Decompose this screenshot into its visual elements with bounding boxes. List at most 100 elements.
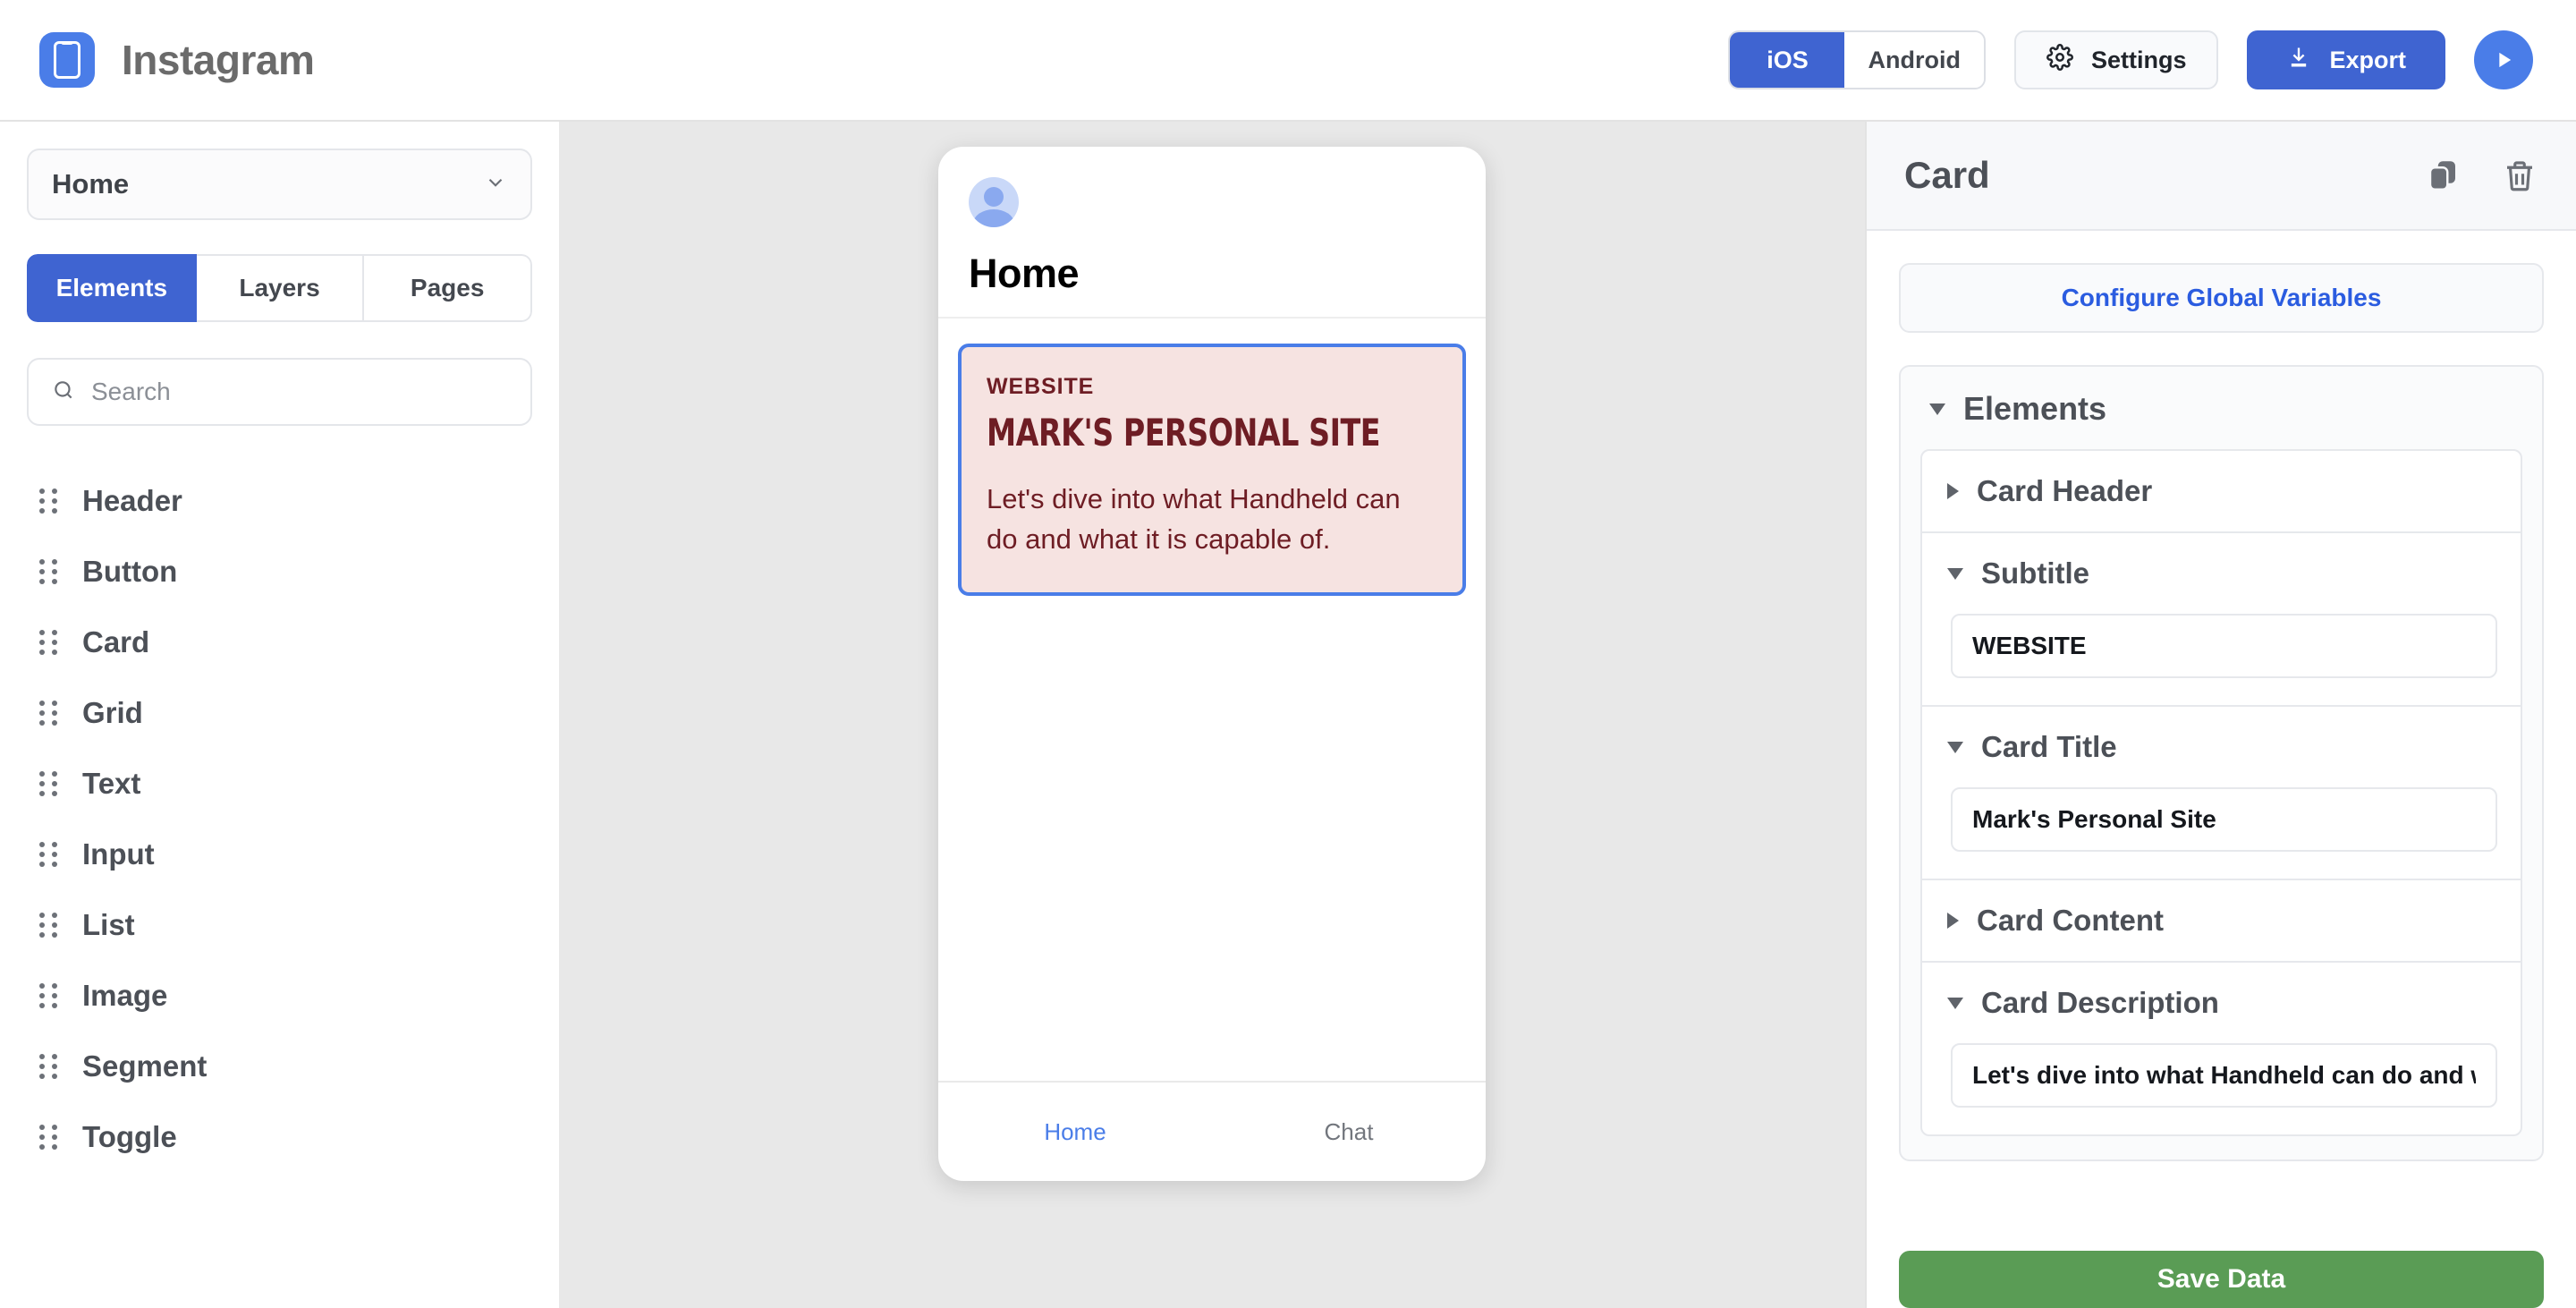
drag-handle-icon[interactable]	[39, 558, 57, 584]
inspector-body: Configure Global Variables Elements Card…	[1867, 231, 2576, 1229]
search-icon	[52, 378, 75, 406]
accordion-section-label: Card Header	[1977, 474, 2153, 507]
accordion-section-label: Card Content	[1977, 904, 2164, 937]
top-bar-actions: iOS Android Settings Export	[1728, 30, 2533, 89]
palette-item-label: Image	[82, 978, 168, 1012]
palette-item-input[interactable]: Input	[27, 819, 532, 889]
sidebar-tabs: Elements Layers Pages	[27, 254, 532, 322]
palette-item-header[interactable]: Header	[27, 465, 532, 536]
palette-item-toggle[interactable]: Toggle	[27, 1101, 532, 1172]
accordion-section-header[interactable]: Card Title	[1922, 707, 2521, 787]
palette-item-label: Button	[82, 554, 178, 588]
palette-item-label: Input	[82, 837, 155, 871]
search-box[interactable]	[27, 358, 532, 426]
play-icon[interactable]	[2474, 30, 2533, 89]
tab-elements[interactable]: Elements	[27, 254, 197, 322]
save-data-button[interactable]: Save Data	[1899, 1251, 2544, 1308]
drag-handle-icon[interactable]	[39, 982, 57, 1008]
preview-card-selected[interactable]: WEBSITE MARK'S PERSONAL SITE Let's dive …	[958, 344, 1466, 596]
drag-handle-icon[interactable]	[39, 700, 57, 726]
chevron-down-icon	[484, 171, 507, 199]
accordion-section-subtitle: Subtitle	[1922, 533, 2521, 707]
download-icon	[2286, 45, 2311, 76]
phone-tab-chat[interactable]: Chat	[1212, 1118, 1486, 1146]
preview-card-description: Let's dive into what Handheld can do and…	[987, 483, 1401, 555]
accordion-section-card-header: Card Header	[1922, 451, 2521, 533]
drag-handle-icon[interactable]	[39, 629, 57, 655]
accordion-section-body	[1922, 1043, 2521, 1134]
canvas-area: Home WEBSITE MARK'S PERSONAL SITE Let's …	[559, 122, 1865, 1308]
page-selector[interactable]: Home	[27, 149, 532, 220]
tab-pages[interactable]: Pages	[364, 254, 532, 322]
palette-item-label: Toggle	[82, 1119, 177, 1153]
accordion-section-header[interactable]: Subtitle	[1922, 533, 2521, 614]
accordion-section-body	[1922, 787, 2521, 879]
phone-preview-frame: Home WEBSITE MARK'S PERSONAL SITE Let's …	[938, 147, 1486, 1181]
accordion-items: Card Header Subtitle WEBSITE Card Title …	[1920, 449, 2522, 1136]
accordion-section-header[interactable]: Card Header	[1922, 451, 2521, 531]
brand: Instagram	[39, 32, 315, 88]
accordion-section-header[interactable]: Card Content	[1922, 880, 2521, 961]
palette-item-segment[interactable]: Segment	[27, 1031, 532, 1101]
element-palette-list: Header Button Card Grid Text Input List …	[27, 465, 532, 1172]
palette-item-text[interactable]: Text	[27, 748, 532, 819]
accordion-root-header[interactable]: Elements	[1920, 390, 2522, 449]
phone-tab-home[interactable]: Home	[938, 1118, 1212, 1146]
phone-content: WEBSITE MARK'S PERSONAL SITE Let's dive …	[938, 319, 1486, 1081]
page-selector-value: Home	[52, 168, 130, 200]
settings-button[interactable]: Settings	[2013, 30, 2219, 89]
body-row: Home Elements Layers Pages Search Header…	[0, 122, 2576, 1308]
configure-global-variables-button[interactable]: Configure Global Variables	[1899, 263, 2544, 333]
preview-card-title: MARK'S PERSONAL SITE	[987, 411, 1381, 454]
drag-handle-icon[interactable]	[39, 770, 57, 796]
settings-button-label: Settings	[2090, 46, 2187, 73]
accordion-section-label: Card Description	[1981, 986, 2219, 1019]
accordion-section-label: Subtitle	[1981, 556, 2089, 590]
app-title: Instagram	[122, 37, 315, 83]
palette-item-button[interactable]: Button	[27, 536, 532, 607]
palette-item-label: Text	[82, 766, 141, 800]
accordion-section-header[interactable]: Card Description	[1922, 963, 2521, 1043]
palette-item-label: List	[82, 907, 135, 941]
chevron-down-icon	[1947, 997, 1963, 1009]
card-description-field[interactable]	[1951, 1043, 2497, 1108]
palette-item-grid[interactable]: Grid	[27, 677, 532, 748]
left-sidebar: Home Elements Layers Pages Search Header…	[0, 122, 559, 1308]
search-input[interactable]	[91, 378, 507, 406]
app-root: Instagram iOS Android Settings Export Ho…	[0, 0, 2576, 1308]
palette-item-image[interactable]: Image	[27, 960, 532, 1031]
copy-icon[interactable]	[2424, 157, 2462, 194]
chevron-right-icon	[1947, 483, 1959, 499]
drag-handle-icon[interactable]	[39, 841, 57, 867]
user-avatar-icon	[969, 177, 1019, 227]
preview-card-subtitle: WEBSITE	[987, 374, 1095, 399]
chevron-down-icon	[1947, 741, 1963, 753]
chevron-right-icon	[1947, 913, 1959, 929]
trash-icon[interactable]	[2501, 157, 2538, 194]
subtitle-field[interactable]	[1951, 614, 2497, 678]
drag-handle-icon[interactable]	[39, 912, 57, 938]
drag-handle-icon[interactable]	[39, 488, 57, 514]
top-bar: Instagram iOS Android Settings Export	[0, 0, 2576, 122]
platform-segmented-control[interactable]: iOS Android	[1728, 30, 1986, 89]
accordion-section-body	[1922, 614, 2521, 705]
palette-item-label: Header	[82, 483, 182, 517]
palette-item-list[interactable]: List	[27, 889, 532, 960]
accordion-section-card-title: Card Title	[1922, 707, 2521, 880]
palette-item-label: Card	[82, 624, 150, 658]
palette-item-card[interactable]: Card	[27, 607, 532, 677]
drag-handle-icon[interactable]	[39, 1124, 57, 1150]
drag-handle-icon[interactable]	[39, 1053, 57, 1079]
tab-layers[interactable]: Layers	[196, 254, 365, 322]
inspector-title: Card	[1904, 154, 1990, 196]
phone-header: Home	[938, 147, 1486, 319]
palette-item-label: Grid	[82, 695, 143, 729]
card-title-field[interactable]	[1951, 787, 2497, 852]
chevron-down-icon	[1947, 567, 1963, 580]
export-button[interactable]: Export	[2247, 30, 2445, 89]
platform-option-android[interactable]: Android	[1844, 32, 1984, 88]
chevron-down-icon	[1929, 403, 1945, 415]
inspector-header: Card	[1867, 122, 2576, 231]
platform-option-ios[interactable]: iOS	[1730, 32, 1845, 88]
accordion-section-card-content: Card Content	[1922, 880, 2521, 963]
